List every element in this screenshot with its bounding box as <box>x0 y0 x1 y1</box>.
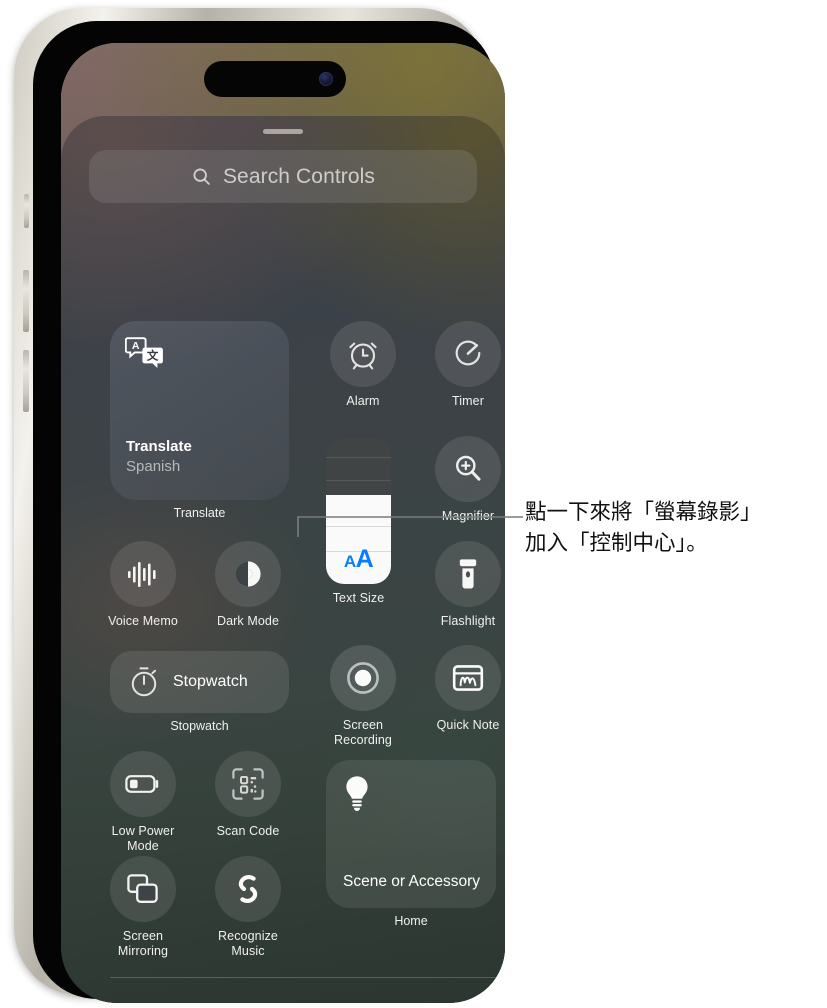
screen-mirroring-line1: Screen <box>122 929 164 943</box>
svg-text:文: 文 <box>147 349 159 363</box>
volume-down-button[interactable] <box>23 350 29 412</box>
quick-note-caption: Quick Note <box>436 718 500 732</box>
screenshot-root: Search Controls A 文 Translate Spanish Tr… <box>0 0 827 1008</box>
translate-icon: A 文 <box>125 336 165 370</box>
control-center-sheet: Search Controls A 文 Translate Spanish Tr… <box>61 116 505 1003</box>
svg-text:A: A <box>132 340 140 352</box>
callout-line-2: 加入「控制中心」。 <box>525 531 708 556</box>
text-size-large-a: A <box>355 545 374 573</box>
flashlight-caption: Flashlight <box>440 614 496 628</box>
lightbulb-icon <box>342 774 372 814</box>
callout-line-1: 點一下來將「螢幕錄影」 <box>525 500 762 525</box>
control-screen-recording[interactable]: Screen Recording <box>330 645 401 747</box>
control-text-size[interactable]: AA Text Size <box>326 438 391 606</box>
scene-or-accessory-title: Scene or Accessory <box>343 873 480 890</box>
translate-card[interactable]: A 文 Translate Spanish <box>110 321 289 500</box>
screen-mirroring-button[interactable] <box>110 856 176 922</box>
sheet-grabber-handle[interactable] <box>263 129 303 134</box>
dark-mode-button[interactable] <box>215 541 281 607</box>
quick-note-button[interactable] <box>435 645 501 711</box>
screen-recording-caption-line1: Screen <box>342 718 384 732</box>
phone-bezel: Search Controls A 文 Translate Spanish Tr… <box>33 21 505 1003</box>
timer-button[interactable] <box>435 321 501 387</box>
control-translate[interactable]: A 文 Translate Spanish Translate <box>110 321 289 520</box>
control-scene-or-accessory[interactable]: Scene or Accessory Home <box>326 760 496 928</box>
stopwatch-label: Stopwatch <box>173 673 248 690</box>
translate-caption: Translate <box>173 506 226 520</box>
screen-mirroring-icon <box>126 873 160 905</box>
control-dark-mode[interactable]: Dark Mode <box>215 541 286 629</box>
text-size-caption: Text Size <box>332 591 385 605</box>
control-stopwatch[interactable]: Stopwatch Stopwatch <box>110 651 289 734</box>
dark-mode-caption: Dark Mode <box>216 614 280 628</box>
search-placeholder-text: Search Controls <box>222 164 376 188</box>
search-icon <box>191 166 212 187</box>
home-caption: Home <box>394 914 428 928</box>
recognize-music-line1: Recognize <box>218 929 278 943</box>
timer-icon <box>450 336 486 372</box>
control-scan-code[interactable]: Scan Code <box>215 751 286 839</box>
search-controls-field[interactable]: Search Controls <box>89 150 477 203</box>
control-voice-memo[interactable]: Voice Memo <box>108 541 181 629</box>
record-icon <box>344 659 382 697</box>
control-screen-mirroring[interactable]: Screen Mirroring <box>110 856 181 958</box>
quick-note-icon <box>452 663 484 693</box>
screen-mirroring-caption: Screen Mirroring <box>105 929 181 958</box>
translate-title: Translate <box>126 438 192 455</box>
dynamic-island <box>204 61 346 97</box>
text-size-slider[interactable]: AA <box>326 438 391 584</box>
section-divider <box>110 977 498 978</box>
control-timer[interactable]: Timer <box>435 321 505 409</box>
shazam-icon <box>232 872 264 906</box>
flashlight-button[interactable] <box>435 541 501 607</box>
voice-memo-button[interactable] <box>110 541 176 607</box>
battery-low-icon <box>125 773 161 795</box>
low-power-line1: Low Power <box>111 824 175 838</box>
recognize-music-button[interactable] <box>215 856 281 922</box>
volume-up-button[interactable] <box>23 270 29 332</box>
low-power-line2: Mode <box>127 838 159 853</box>
stopwatch-caption: Stopwatch <box>170 719 229 733</box>
control-low-power-mode[interactable]: Low Power Mode <box>110 751 181 853</box>
waveform-icon <box>126 559 160 589</box>
recognize-music-line2: Music <box>231 943 265 958</box>
phone-frame: Search Controls A 文 Translate Spanish Tr… <box>14 8 505 1003</box>
screen-mirroring-line2: Mirroring <box>117 943 169 958</box>
low-power-mode-caption: Low Power Mode <box>105 824 181 853</box>
low-power-mode-button[interactable] <box>110 751 176 817</box>
stopwatch-icon <box>127 665 161 699</box>
phone-screen: Search Controls A 文 Translate Spanish Tr… <box>61 43 505 1003</box>
timer-caption: Timer <box>452 394 484 408</box>
screen-recording-button[interactable] <box>330 645 396 711</box>
callout-annotation-text: 點一下來將「螢幕錄影」 加入「控制中心」。 <box>525 497 825 559</box>
translate-subtitle: Spanish <box>126 458 181 475</box>
scene-or-accessory-card[interactable]: Scene or Accessory <box>326 760 496 908</box>
qr-scan-icon <box>231 767 265 801</box>
control-flashlight[interactable]: Flashlight <box>435 541 505 629</box>
scan-code-button[interactable] <box>215 751 281 817</box>
control-recognize-music[interactable]: Recognize Music <box>215 856 286 958</box>
aa-icon: AA <box>326 545 391 574</box>
alarm-button[interactable] <box>330 321 396 387</box>
alarm-caption: Alarm <box>346 394 380 408</box>
control-magnifier[interactable]: Magnifier <box>435 436 505 524</box>
text-size-small-a: A <box>343 552 356 571</box>
voice-memo-caption: Voice Memo <box>108 614 178 628</box>
controls-grid: A 文 Translate Spanish Translate Alarm Ti… <box>61 233 505 1003</box>
scan-code-caption: Scan Code <box>216 824 280 838</box>
stopwatch-button[interactable]: Stopwatch <box>110 651 289 713</box>
recognize-music-caption: Recognize Music <box>210 929 286 958</box>
alarm-clock-icon <box>345 336 381 372</box>
flashlight-icon <box>458 557 478 591</box>
front-camera-icon <box>319 72 333 86</box>
magnifier-icon <box>451 452 485 486</box>
screen-recording-caption-line2: Recording <box>334 732 392 747</box>
screen-recording-caption: Screen Recording <box>325 718 401 747</box>
dark-mode-icon <box>231 557 265 591</box>
control-quick-note[interactable]: Quick Note <box>435 645 505 733</box>
magnifier-button[interactable] <box>435 436 501 502</box>
control-alarm[interactable]: Alarm <box>330 321 401 409</box>
silent-switch-button[interactable] <box>24 194 29 228</box>
magnifier-caption: Magnifier <box>441 509 495 523</box>
